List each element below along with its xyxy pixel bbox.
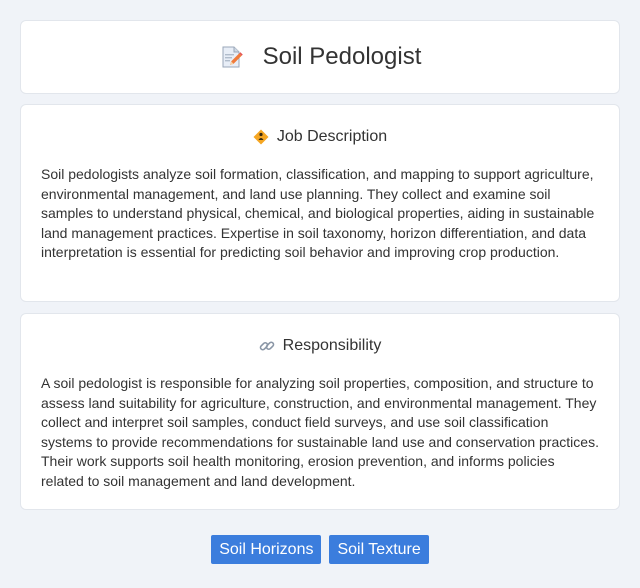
tag-list: Soil Horizons Soil Texture xyxy=(0,535,640,564)
link-icon xyxy=(259,338,275,354)
job-description-header: Job Description xyxy=(21,127,619,147)
job-description-title: Job Description xyxy=(276,128,388,145)
responsibility-header: Responsibility xyxy=(21,336,619,356)
diamond-worker-icon xyxy=(253,129,269,145)
document-pencil-icon xyxy=(219,45,243,69)
job-description-card: Job Description Soil pedologists analyze… xyxy=(20,104,620,302)
responsibility-card: Responsibility A soil pedologist is resp… xyxy=(20,313,620,510)
title-row: Soil Pedologist xyxy=(21,21,619,93)
responsibility-title: Responsibility xyxy=(282,337,382,354)
job-description-text: Soil pedologists analyze soil formation,… xyxy=(41,166,595,261)
page-title: Soil Pedologist xyxy=(262,43,422,70)
tag-soil-texture[interactable]: Soil Texture xyxy=(329,535,429,564)
responsibility-text: A soil pedologist is responsible for ana… xyxy=(41,375,599,489)
title-card: Soil Pedologist xyxy=(20,20,620,94)
tag-soil-horizons[interactable]: Soil Horizons xyxy=(211,535,322,564)
